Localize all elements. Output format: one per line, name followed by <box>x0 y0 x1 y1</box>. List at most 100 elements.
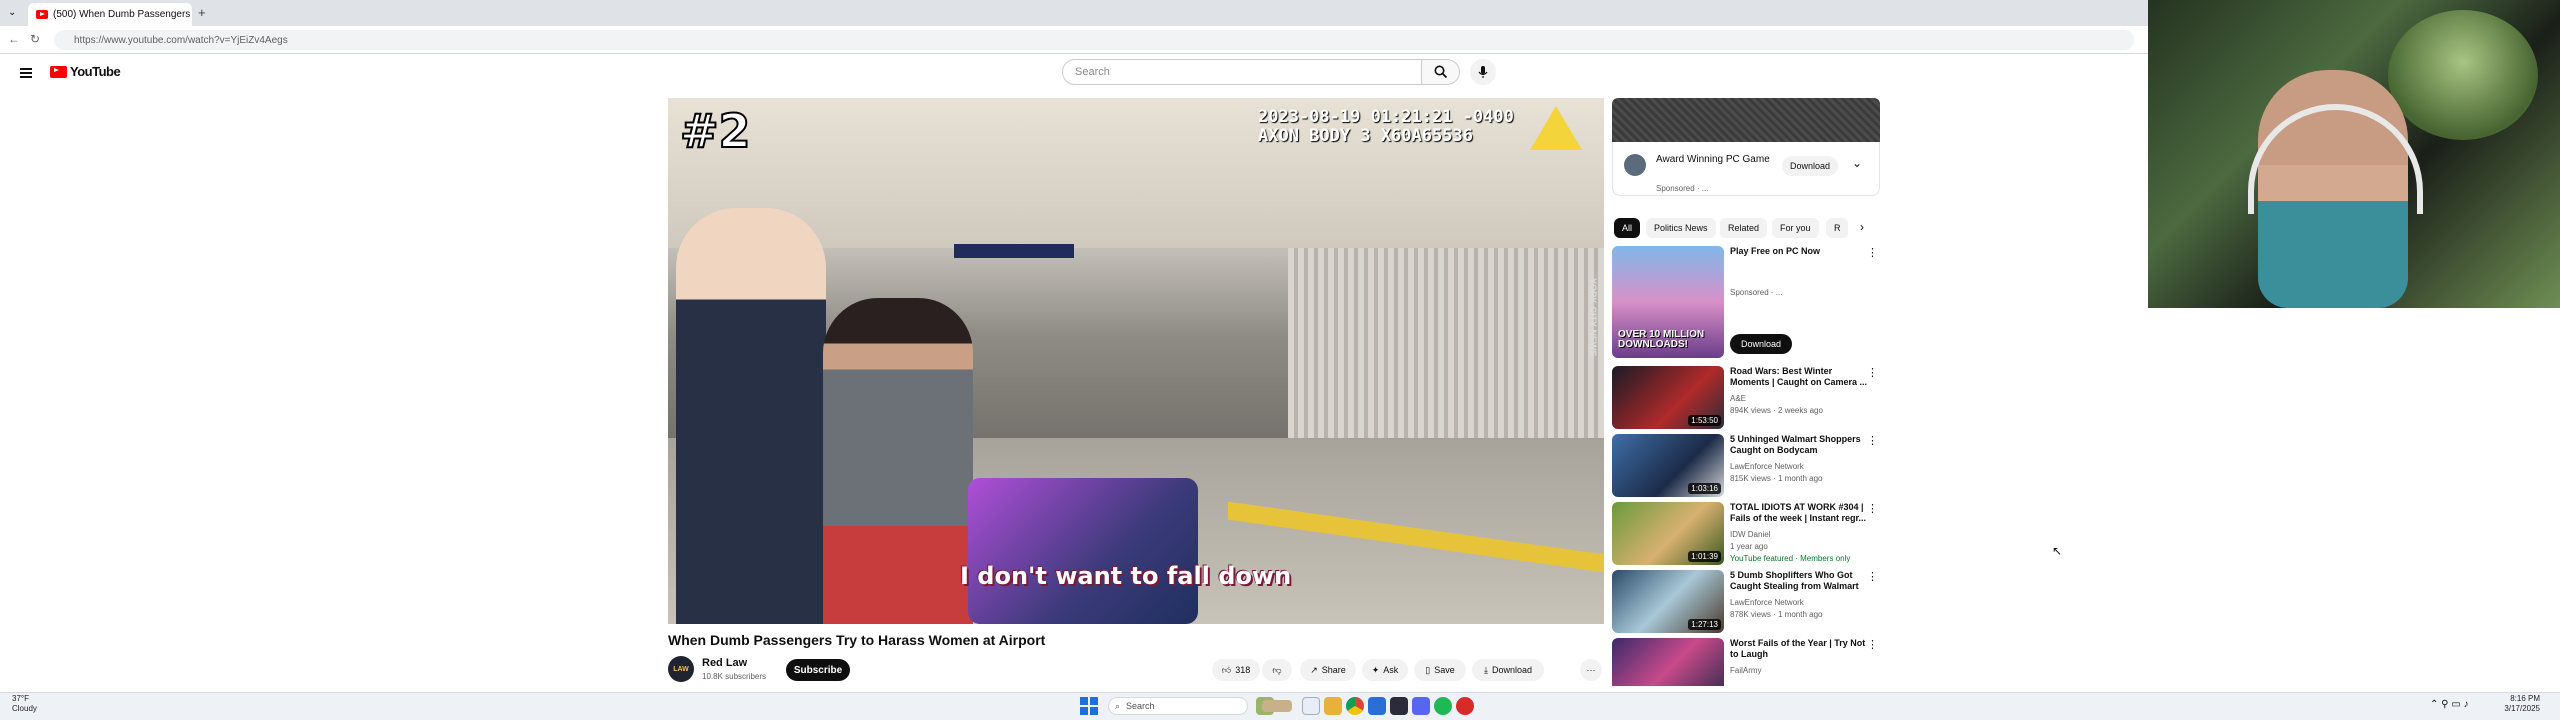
more-vertical-icon[interactable]: ⋮ <box>1867 246 1878 259</box>
chevron-down-icon[interactable]: ⌄ <box>1852 156 1862 170</box>
chevron-right-icon[interactable]: › <box>1860 220 1864 234</box>
like-button[interactable]: 👍︎ 318 <box>1212 659 1260 681</box>
browser-tab[interactable]: (500) When Dumb Passengers × <box>28 3 192 26</box>
url-field[interactable]: https://www.youtube.com/watch?v=YjEiZv4A… <box>54 30 2134 50</box>
chrome-icon[interactable] <box>1346 697 1364 715</box>
chip-related[interactable]: Related <box>1720 218 1768 238</box>
rec-title[interactable]: Play Free on PC Now <box>1730 246 1870 257</box>
taskbar-search[interactable]: ⌕ Search <box>1108 697 1248 715</box>
channel-name[interactable]: Red Law <box>702 657 747 669</box>
duration-badge: 1:01:39 <box>1688 551 1721 562</box>
start-button[interactable] <box>1080 697 1098 715</box>
microphone-icon <box>1478 66 1488 78</box>
axon-logo-icon <box>1530 106 1582 150</box>
taskbar-search-label: Search <box>1126 701 1155 711</box>
save-button[interactable]: ▯ Save <box>1414 659 1466 681</box>
mail-icon[interactable] <box>1368 697 1386 715</box>
webcam-overlay <box>2148 0 2560 308</box>
weather-widget[interactable]: 37°F Cloudy <box>12 694 37 714</box>
chip-more[interactable]: R <box>1826 218 1848 238</box>
ask-button[interactable]: ✦ Ask <box>1362 659 1408 681</box>
recording-app-icon[interactable] <box>1456 697 1474 715</box>
list-item[interactable]: 1:53:50 Road Wars: Best Winter Moments |… <box>1612 366 1880 430</box>
rec-title[interactable]: Road Wars: Best Winter Moments | Caught … <box>1730 366 1870 388</box>
download-label: Download <box>1491 665 1532 675</box>
video-frame-passenger <box>823 298 973 624</box>
chip-all[interactable]: All <box>1614 218 1641 238</box>
video-thumbnail[interactable]: 1:03:16 <box>1612 434 1724 497</box>
subscribe-button[interactable]: Subscribe <box>786 659 850 681</box>
rec-badge: YouTube featured · Members only <box>1730 554 1851 563</box>
rec-meta: 815K views · 1 month ago <box>1730 474 1823 483</box>
url-text: https://www.youtube.com/watch?v=YjEiZv4A… <box>74 34 288 46</box>
list-item[interactable]: 1:03:16 5 Unhinged Walmart Shoppers Caug… <box>1612 434 1880 498</box>
clock[interactable]: 8:16 PM 3/17/2025 <box>2480 694 2540 714</box>
video-side-watermark: YORK CITY NEWS <box>1588 278 1598 357</box>
tab-title: (500) When Dumb Passengers <box>53 9 191 20</box>
dislike-button[interactable]: 👎︎ <box>1262 659 1292 681</box>
video-thumbnail[interactable] <box>1612 638 1724 686</box>
video-player[interactable]: YORK CITY NEWS <box>668 98 1604 624</box>
video-frame-gates <box>1288 248 1604 448</box>
system-tray-icons[interactable]: ⌃ ⚲ ▭ ♪ <box>2430 699 2469 710</box>
rec-title[interactable]: 5 Unhinged Walmart Shoppers Caught on Bo… <box>1730 434 1870 456</box>
youtube-favicon-icon <box>36 10 48 19</box>
task-view-icon[interactable] <box>1302 697 1320 715</box>
discord-icon[interactable] <box>1412 697 1430 715</box>
taskbar-widget-icon[interactable] <box>1262 700 1292 712</box>
more-vertical-icon[interactable]: ⋮ <box>1867 570 1878 583</box>
save-label: Save <box>1434 665 1455 675</box>
file-explorer-icon[interactable] <box>1324 697 1342 715</box>
duration-badge: 1:53:50 <box>1688 415 1721 426</box>
rec-channel: LawEnforce Network <box>1730 462 1804 471</box>
ad-banner-image[interactable] <box>1612 98 1880 142</box>
search-button[interactable] <box>1422 59 1460 85</box>
video-thumbnail[interactable]: 1:53:50 <box>1612 366 1724 429</box>
video-thumbnail[interactable]: OVER 10 MILLION DOWNLOADS! <box>1612 246 1724 358</box>
webcam-background-art <box>2388 10 2538 140</box>
refresh-icon[interactable]: ↻ <box>30 32 40 46</box>
rec-download-button[interactable]: Download <box>1730 334 1792 354</box>
youtube-logo-text: YouTube <box>70 64 121 79</box>
search-input[interactable]: Search <box>1062 59 1422 85</box>
video-thumbnail[interactable]: 1:01:39 <box>1612 502 1724 565</box>
rec-title[interactable]: Worst Fails of the Year | Try Not to Lau… <box>1730 638 1870 660</box>
ad-download-button[interactable]: Download <box>1782 156 1838 176</box>
menu-icon[interactable] <box>20 66 32 80</box>
chip-for-you[interactable]: For you <box>1772 218 1819 238</box>
duration-badge: 1:03:16 <box>1688 483 1721 494</box>
new-tab-button[interactable]: + <box>198 5 206 20</box>
rec-meta: 1 year ago <box>1730 542 1768 551</box>
list-item[interactable]: 1:27:13 5 Dumb Shoplifters Who Got Caugh… <box>1612 570 1880 634</box>
spotify-icon[interactable] <box>1434 697 1452 715</box>
terminal-icon[interactable] <box>1390 697 1408 715</box>
bookmark-icon: ▯ <box>1425 664 1431 675</box>
rec-title[interactable]: 5 Dumb Shoplifters Who Got Caught Steali… <box>1730 570 1870 592</box>
search-icon <box>1434 65 1447 79</box>
list-item[interactable]: Worst Fails of the Year | Try Not to Lau… <box>1612 638 1880 686</box>
channel-avatar[interactable]: LAW <box>668 656 694 682</box>
bodycam-timestamp: 2023-08-19 01:21:21 -0400 AXON BODY 3 X6… <box>1258 107 1514 146</box>
duration-badge: 1:27:13 <box>1688 619 1721 630</box>
voice-search-button[interactable] <box>1470 59 1496 85</box>
rec-channel: LawEnforce Network <box>1730 598 1804 607</box>
rec-meta: 878K views · 1 month ago <box>1730 610 1823 619</box>
tab-list-icon[interactable]: ⌄ <box>8 7 16 18</box>
more-vertical-icon[interactable]: ⋮ <box>1867 434 1878 447</box>
youtube-logo[interactable]: YouTube <box>50 64 121 79</box>
download-button[interactable]: ⤓ Download <box>1472 659 1544 681</box>
rec-title[interactable]: TOTAL IDIOTS AT WORK #304 | Fails of the… <box>1730 502 1870 524</box>
video-rank-overlay: #2 <box>679 103 752 159</box>
rec-channel: A&E <box>1730 394 1747 403</box>
more-actions-button[interactable]: ··· <box>1580 659 1602 681</box>
chip-politics-news[interactable]: Politics News <box>1646 218 1716 238</box>
list-item[interactable]: OVER 10 MILLION DOWNLOADS! Play Free on … <box>1612 246 1880 358</box>
video-thumbnail[interactable]: 1:27:13 <box>1612 570 1724 633</box>
ad-title[interactable]: Award Winning PC Game <box>1656 154 1776 166</box>
more-vertical-icon[interactable]: ⋮ <box>1867 366 1878 379</box>
list-item[interactable]: 1:01:39 TOTAL IDIOTS AT WORK #304 | Fail… <box>1612 502 1880 566</box>
more-vertical-icon[interactable]: ⋮ <box>1867 638 1878 651</box>
more-vertical-icon[interactable]: ⋮ <box>1867 502 1878 515</box>
back-arrow-icon[interactable]: ← <box>8 32 20 46</box>
share-button[interactable]: ↗ Share <box>1300 659 1356 681</box>
